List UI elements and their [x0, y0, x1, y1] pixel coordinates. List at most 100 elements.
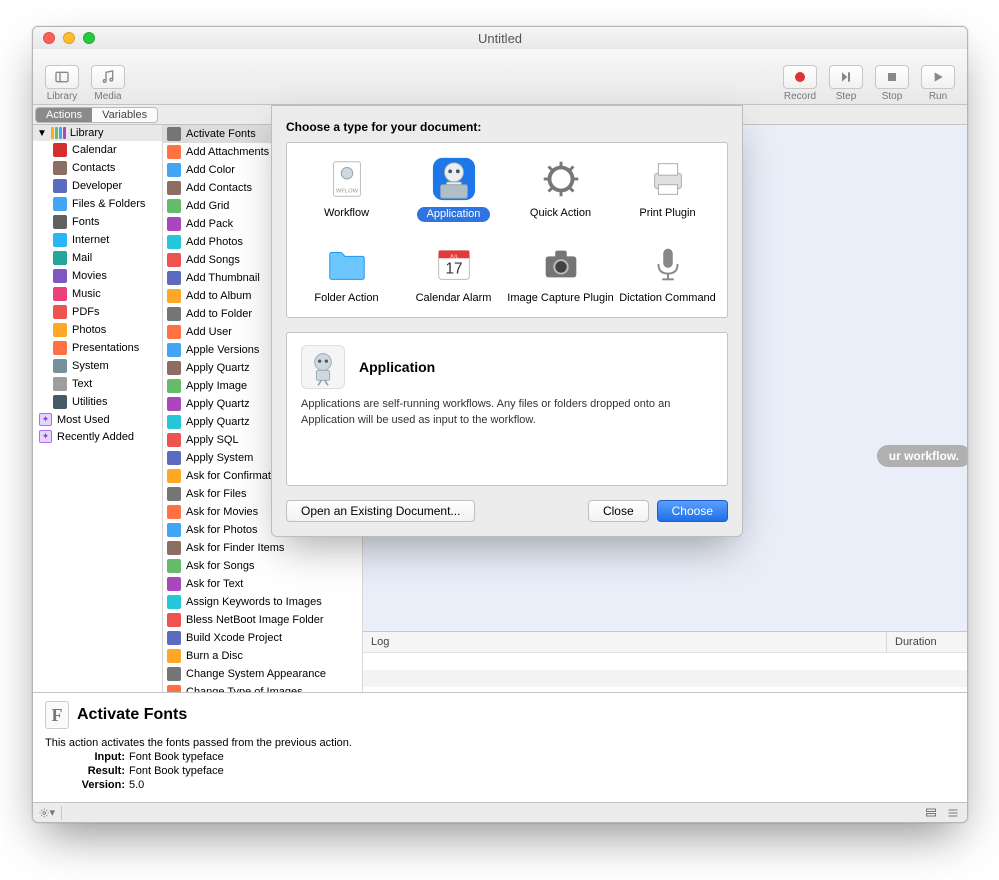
- doc-type-folder-action[interactable]: Folder Action: [293, 240, 400, 305]
- doc-type-label: Image Capture Plugin: [507, 292, 613, 305]
- sidebar-item-mail[interactable]: Mail: [33, 249, 162, 267]
- gear-menu-button[interactable]: ▾: [39, 807, 55, 819]
- doc-type-workflow[interactable]: WFLOWWorkflow: [293, 155, 400, 222]
- doc-type-print-plugin[interactable]: Print Plugin: [614, 155, 721, 222]
- info-body: Applications are self-running workflows.…: [301, 397, 713, 428]
- document-type-sheet: Choose a type for your document: WFLOWWo…: [271, 105, 743, 537]
- sidebar-item-internet[interactable]: Internet: [33, 231, 162, 249]
- sidebar-item-developer[interactable]: Developer: [33, 177, 162, 195]
- action-item[interactable]: Bless NetBoot Image Folder: [163, 611, 362, 629]
- sidebar-item-files-folders[interactable]: Files & Folders: [33, 195, 162, 213]
- sidebar-item-photos[interactable]: Photos: [33, 321, 162, 339]
- tab-actions[interactable]: Actions: [36, 108, 92, 122]
- action-label: Apply Image: [186, 380, 247, 392]
- result-label: Result:: [81, 765, 125, 777]
- action-label: Add Photos: [186, 236, 243, 248]
- action-icon: [167, 595, 181, 609]
- sidebar-item-label: Music: [72, 288, 101, 300]
- doc-type-quick-action[interactable]: Quick Action: [507, 155, 614, 222]
- action-icon: [167, 253, 181, 267]
- sidebar-item-label: Mail: [72, 252, 92, 264]
- open-existing-button[interactable]: Open an Existing Document...: [286, 500, 475, 522]
- sidebar-item-label: Presentations: [72, 342, 139, 354]
- log-view-button[interactable]: [945, 807, 961, 819]
- action-icon: [167, 433, 181, 447]
- results-view-button[interactable]: [923, 807, 939, 819]
- category-icon: [53, 179, 67, 193]
- sidebar-item-system[interactable]: System: [33, 357, 162, 375]
- library-button[interactable]: Library: [41, 65, 83, 102]
- action-label: Bless NetBoot Image Folder: [186, 614, 324, 626]
- close-button[interactable]: Close: [588, 500, 649, 522]
- sheet-button-row: Open an Existing Document... Close Choos…: [286, 500, 728, 522]
- action-item[interactable]: Ask for Finder Items: [163, 539, 362, 557]
- action-icon: [167, 631, 181, 645]
- sidebar-recently-added[interactable]: ✦ Recently Added: [33, 428, 162, 445]
- action-item[interactable]: Ask for Text: [163, 575, 362, 593]
- action-label: Add Grid: [186, 200, 229, 212]
- sidebar-item-pdfs[interactable]: PDFs: [33, 303, 162, 321]
- action-label: Ask for Finder Items: [186, 542, 284, 554]
- action-item[interactable]: Build Xcode Project: [163, 629, 362, 647]
- doc-type-label: Application: [417, 207, 491, 222]
- sidebar-item-presentations[interactable]: Presentations: [33, 339, 162, 357]
- bottom-bar: ▾: [33, 802, 967, 822]
- action-icon: [167, 289, 181, 303]
- titlebar: Untitled: [33, 27, 967, 49]
- action-label: Burn a Disc: [186, 650, 243, 662]
- action-icon: [167, 199, 181, 213]
- library-header[interactable]: ▼ Library: [33, 125, 162, 141]
- library-tabs: Actions Variables: [35, 107, 158, 123]
- record-button[interactable]: Record: [779, 65, 821, 102]
- sidebar-item-text[interactable]: Text: [33, 375, 162, 393]
- sidebar-item-label: Developer: [72, 180, 122, 192]
- info-title: Application: [359, 359, 435, 375]
- action-icon: [167, 487, 181, 501]
- media-button[interactable]: Media: [87, 65, 129, 102]
- action-label: Add Songs: [186, 254, 240, 266]
- category-icon: [53, 359, 67, 373]
- sidebar-item-movies[interactable]: Movies: [33, 267, 162, 285]
- choose-button[interactable]: Choose: [657, 500, 728, 522]
- sidebar-item-contacts[interactable]: Contacts: [33, 159, 162, 177]
- action-icon: [167, 307, 181, 321]
- sidebar-item-label: Utilities: [72, 396, 107, 408]
- stop-icon: [884, 69, 900, 85]
- sidebar-item-music[interactable]: Music: [33, 285, 162, 303]
- sidebar-item-label: Contacts: [72, 162, 115, 174]
- doc-type-application[interactable]: Application: [400, 155, 507, 222]
- record-label: Record: [784, 91, 816, 102]
- action-label: Add Attachments: [186, 146, 269, 158]
- duration-column-header[interactable]: Duration: [887, 632, 967, 652]
- action-label: Add User: [186, 326, 232, 338]
- doc-type-image-capture-plugin[interactable]: Image Capture Plugin: [507, 240, 614, 305]
- action-item[interactable]: Burn a Disc: [163, 647, 362, 665]
- action-label: Add to Album: [186, 290, 251, 302]
- run-button[interactable]: Run: [917, 65, 959, 102]
- action-label: Change System Appearance: [186, 668, 326, 680]
- automator-app-icon: [301, 345, 345, 389]
- log-column-header[interactable]: Log: [363, 632, 887, 652]
- step-button[interactable]: Step: [825, 65, 867, 102]
- action-item[interactable]: Change System Appearance: [163, 665, 362, 683]
- doc-type-label: Quick Action: [530, 207, 591, 220]
- doc-type-label: Folder Action: [314, 292, 378, 305]
- sidebar-most-used[interactable]: ✦ Most Used: [33, 411, 162, 428]
- sidebar-item-calendar[interactable]: Calendar: [33, 141, 162, 159]
- sidebar-item-utilities[interactable]: Utilities: [33, 393, 162, 411]
- tab-variables[interactable]: Variables: [92, 108, 157, 122]
- doc-type-label: Dictation Command: [619, 292, 716, 305]
- toolbar: Library Media Record Step Stop Run: [33, 49, 967, 105]
- action-item[interactable]: Ask for Songs: [163, 557, 362, 575]
- action-item[interactable]: Assign Keywords to Images: [163, 593, 362, 611]
- sidebar-item-fonts[interactable]: Fonts: [33, 213, 162, 231]
- doc-type-calendar-alarm[interactable]: JUL17Calendar Alarm: [400, 240, 507, 305]
- result-value: Font Book typeface: [129, 765, 224, 777]
- disclosure-triangle-icon[interactable]: ▼: [37, 128, 47, 139]
- stop-button[interactable]: Stop: [871, 65, 913, 102]
- action-item[interactable]: Change Type of Images: [163, 683, 362, 692]
- document-type-grid: WFLOWWorkflow Application Quick Action Prin…: [286, 142, 728, 318]
- action-icon: [167, 145, 181, 159]
- action-icon: [167, 379, 181, 393]
- doc-type-dictation-command[interactable]: Dictation Command: [614, 240, 721, 305]
